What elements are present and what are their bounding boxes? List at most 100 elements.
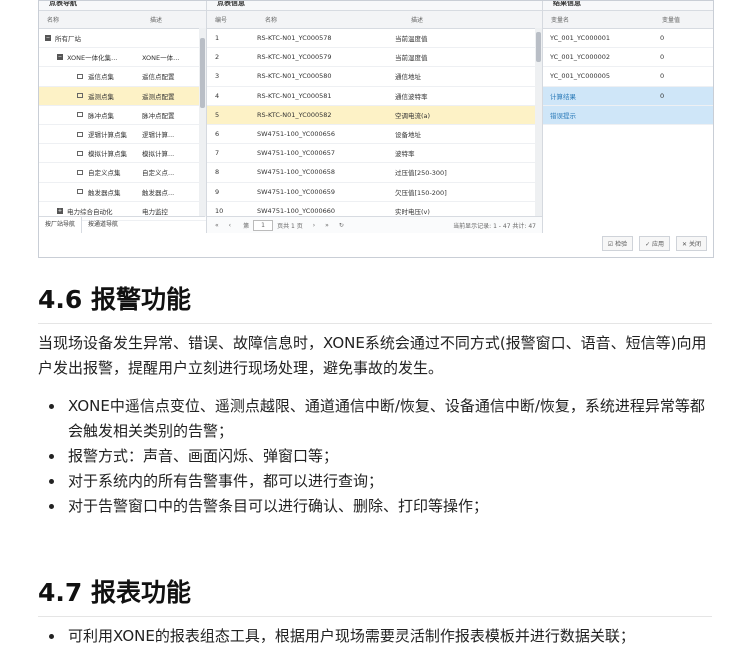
result-cell-var: 计算结果 xyxy=(550,92,576,101)
points-col-desc[interactable]: 描述 xyxy=(403,15,423,24)
result-row[interactable]: YC_001_YC000001 0 xyxy=(543,29,713,49)
nav-tree-label: 电力综合自动化 xyxy=(67,207,113,216)
nav-tree-row[interactable]: 自定义点集 自定义点... xyxy=(39,163,206,183)
result-row[interactable]: 计算结果 0 xyxy=(543,86,713,106)
result-info-panel: 结果信息 变量名 变量值 YC_001_YC000001 0 YC_001_YC00… xyxy=(543,1,713,233)
point-cell-desc: 过压值[250-300] xyxy=(395,169,447,178)
close-button[interactable]: ✕ 关闭 xyxy=(676,236,707,251)
nav-tree-desc: 电力监控 xyxy=(142,207,168,216)
points-col-name[interactable]: 名称 xyxy=(257,15,403,24)
nav-scrollbar[interactable] xyxy=(199,28,206,217)
point-cell-no: 3 xyxy=(215,72,220,81)
apply-button[interactable]: ✓ 应用 xyxy=(639,236,671,251)
nav-tree-name: 遥信点集 xyxy=(39,71,142,81)
table-row[interactable]: 2 RS-KTC-N01_YC000579 当前湿度值 xyxy=(207,48,542,68)
nav-tree-label: 所有厂站 xyxy=(55,35,81,44)
point-info-panel: 点表信息 编号 名称 描述 1 RS-KTC-N01_YC000578 当前温度值 2… xyxy=(207,1,543,233)
page-label-prefix: 第 xyxy=(243,222,250,230)
nav-tree-row[interactable]: 遥信点集 遥信点配置 xyxy=(39,67,206,87)
section-4-6-bullets: XONE中遥信点变位、遥测点越限、通道通信中断/恢复、设备通信中断/恢复，系统进… xyxy=(38,394,712,519)
table-row[interactable]: 7 SW4751-100_YC000657 波特率 xyxy=(207,144,542,164)
nav-tree-desc: 遥测点配置 xyxy=(142,92,175,101)
nav-tree-row[interactable]: 逻辑计算点集 逻辑计算... xyxy=(39,125,206,145)
result-cell-var: YC_001_YC000002 xyxy=(550,53,611,62)
point-cell-no: 6 xyxy=(215,130,220,139)
point-cell-desc: 欠压值[150-200] xyxy=(395,188,447,197)
points-scrollbar[interactable] xyxy=(535,28,542,217)
point-cell-desc: 空调电流(a) xyxy=(395,111,431,120)
points-col-no[interactable]: 编号 xyxy=(207,15,257,24)
table-row[interactable]: 4 RS-KTC-N01_YC000581 通信波特率 xyxy=(207,87,542,106)
result-row[interactable]: 错误提示 xyxy=(543,105,713,125)
table-row[interactable]: 1 RS-KTC-N01_YC000578 当前温度值 xyxy=(207,29,542,49)
record-summary: 当前显示记录: 1 - 47 共计: 47 xyxy=(453,222,536,230)
nav-tree-name: − XONE一体化集... xyxy=(39,52,142,62)
nav-tree-row[interactable]: 遥测点集 遥测点配置 xyxy=(39,86,206,106)
point-cell-desc: 设备地址 xyxy=(395,131,421,140)
point-cell-name: SW4751-100_YC000659 xyxy=(257,187,336,196)
nav-tree-row[interactable]: − XONE一体化集... XONE一体... xyxy=(39,48,206,68)
section-4-7-bullets: 可利用XONE的报表组态工具，根据用户现场需要灵活制作报表模板并进行数据关联； xyxy=(38,624,712,649)
nav-tree-row[interactable]: 模拟计算点集 模拟计算... xyxy=(39,144,206,164)
result-row[interactable]: YC_001_YC000002 0 xyxy=(543,48,713,68)
point-cell-desc: 波特率 xyxy=(395,150,415,159)
nav-tree-row[interactable]: 脉冲点集 脉冲点配置 xyxy=(39,106,206,125)
section-heading-4-7: 4.7 报表功能 xyxy=(38,573,712,617)
point-config-screenshot: 点表导航 名称 描述 − 所有厂站 − XONE一体化集... XONE一体... 遥信点… xyxy=(38,0,714,258)
nav-tree-label: 模拟计算点集 xyxy=(88,150,127,159)
point-cell-name: SW4751-100_YC000656 xyxy=(257,130,336,139)
result-cell-var: YC_001_YC000005 xyxy=(550,72,611,81)
result-cell-val: 0 xyxy=(660,72,665,81)
point-cell-no: 9 xyxy=(215,187,220,196)
table-row[interactable]: 6 SW4751-100_YC000656 设备地址 xyxy=(207,125,542,145)
point-cell-name: SW4751-100_YC000657 xyxy=(257,149,336,158)
result-column-header: 变量名 变量值 xyxy=(543,11,713,29)
result-row[interactable]: YC_001_YC000005 0 xyxy=(543,67,713,87)
point-nav-panel: 点表导航 名称 描述 − 所有厂站 − XONE一体化集... XONE一体... 遥信点… xyxy=(39,1,207,233)
nav-tree-label: 遥测点集 xyxy=(88,92,114,101)
points-column-header: 编号 名称 描述 xyxy=(207,11,542,29)
tab-by-station[interactable]: 按厂站导航 xyxy=(39,217,83,233)
point-cell-no: 4 xyxy=(215,91,220,100)
point-cell-name: RS-KTC-N01_YC000579 xyxy=(257,53,332,62)
nav-tree-desc: XONE一体... xyxy=(142,54,180,63)
nav-column-header: 名称 描述 xyxy=(39,11,206,29)
first-page-icon[interactable]: « xyxy=(207,222,219,229)
points-pager: « ‹ 第 1 页共 1 页 › » ↻ 当前显示记录: 1 - 47 共计: … xyxy=(207,216,542,233)
nav-tree-name: 触发器点集 xyxy=(39,187,142,197)
nav-tree-desc: 触发器点... xyxy=(142,188,175,197)
expand-icon[interactable]: + xyxy=(57,207,63,214)
verify-button[interactable]: ☑ 检验 xyxy=(601,236,634,251)
point-cell-desc: 通信波特率 xyxy=(395,92,428,101)
dialog-buttons: ☑ 检验 ✓ 应用 ✕ 关闭 xyxy=(601,236,707,251)
nav-tree-label: XONE一体化集... xyxy=(67,54,118,63)
prev-page-icon[interactable]: ‹ xyxy=(219,222,231,229)
table-row[interactable]: 8 SW4751-100_YC000658 过压值[250-300] xyxy=(207,163,542,183)
table-icon xyxy=(77,73,83,79)
table-row[interactable]: 3 RS-KTC-N01_YC000580 通信地址 xyxy=(207,67,542,87)
point-cell-name: RS-KTC-N01_YC000580 xyxy=(257,72,332,81)
table-row[interactable]: 9 SW4751-100_YC000659 欠压值[150-200] xyxy=(207,183,542,202)
nav-tree-name: 自定义点集 xyxy=(39,167,142,177)
nav-tree-name: 脉冲点集 xyxy=(39,110,142,120)
nav-tree-label: 自定义点集 xyxy=(88,169,121,178)
result-cell-val: 0 xyxy=(660,34,665,43)
next-page-icon[interactable]: › xyxy=(303,222,315,229)
last-page-icon[interactable]: » xyxy=(315,222,329,229)
nav-tree-row[interactable]: − 所有厂站 xyxy=(39,29,206,49)
point-nav-title: 点表导航 xyxy=(39,1,206,11)
point-cell-name: RS-KTC-N01_YC000582 xyxy=(257,110,332,119)
nav-tree-label: 触发器点集 xyxy=(88,188,121,197)
nav-tree-name: + 电力综合自动化 xyxy=(39,206,142,216)
nav-tree-name: − 所有厂站 xyxy=(39,33,142,43)
refresh-icon[interactable]: ↻ xyxy=(329,222,344,229)
tab-by-channel[interactable]: 按通道导航 xyxy=(82,217,124,233)
collapse-icon[interactable]: − xyxy=(45,35,51,42)
table-row[interactable]: 5 RS-KTC-N01_YC000582 空调电流(a) xyxy=(207,105,542,125)
point-cell-desc: 当前湿度值 xyxy=(395,54,428,63)
nav-tree-row[interactable]: 触发器点集 触发器点... xyxy=(39,183,206,202)
collapse-icon[interactable]: − xyxy=(57,54,63,61)
page-number-input[interactable]: 1 xyxy=(253,219,274,231)
nav-tree-desc: 逻辑计算... xyxy=(142,131,175,140)
table-icon xyxy=(77,112,83,118)
